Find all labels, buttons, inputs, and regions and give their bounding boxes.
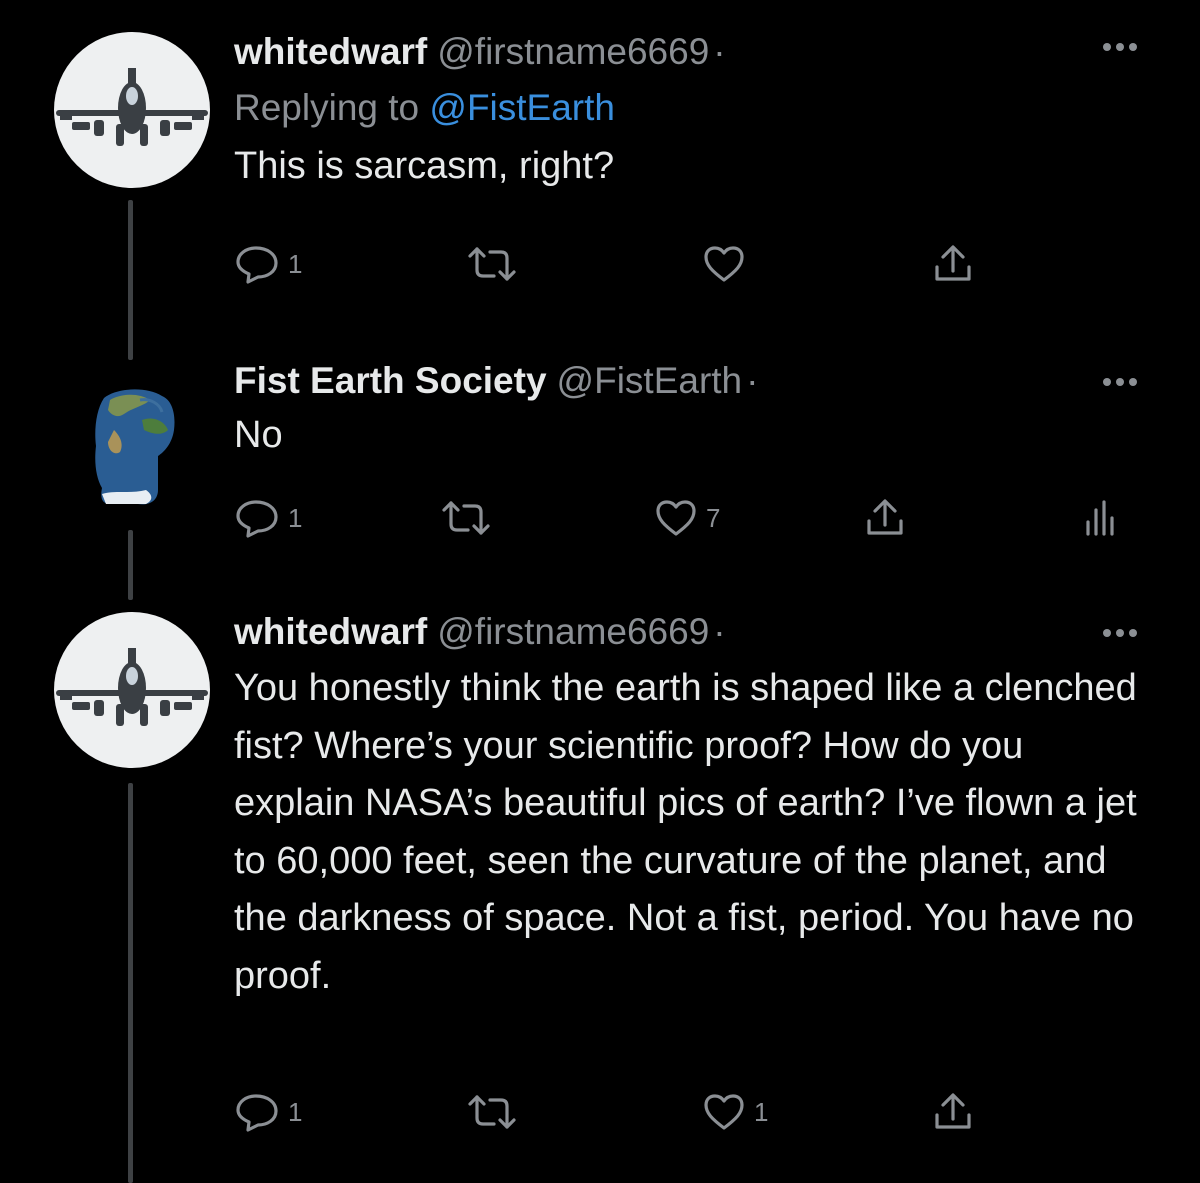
reply-button[interactable]: 1 bbox=[234, 496, 302, 540]
share-button[interactable] bbox=[932, 242, 974, 286]
retweet-button[interactable] bbox=[466, 1090, 518, 1134]
more-icon[interactable] bbox=[1102, 626, 1138, 644]
tweet-header: whitedwarf @firstname6669 · bbox=[234, 608, 1138, 656]
reply-button[interactable]: 1 bbox=[234, 242, 302, 286]
thread-line bbox=[128, 530, 133, 600]
share-button[interactable] bbox=[864, 496, 906, 540]
avatar-fist-earth[interactable] bbox=[54, 370, 210, 526]
reply-count: 1 bbox=[288, 502, 303, 533]
heart-icon bbox=[702, 1092, 746, 1132]
tweet-text: This is sarcasm, right? bbox=[234, 145, 615, 187]
reply-icon bbox=[234, 1092, 280, 1132]
action-bar: 1 7 bbox=[234, 496, 1138, 540]
share-icon bbox=[932, 1091, 974, 1133]
user-handle[interactable]: @firstname6669 bbox=[437, 611, 709, 652]
thread-line bbox=[128, 783, 133, 1183]
tweet-text: You honestly think the earth is shaped l… bbox=[234, 667, 1137, 997]
mention-link[interactable]: @FistEarth bbox=[429, 87, 615, 128]
user-handle[interactable]: @firstname6669 bbox=[437, 31, 709, 72]
tweet-1: whitedwarf @firstname6669 · Replying to @F… bbox=[0, 0, 1200, 350]
display-name[interactable]: whitedwarf bbox=[234, 611, 427, 652]
retweet-icon bbox=[440, 499, 492, 537]
separator-dot: · bbox=[713, 611, 726, 652]
reply-icon bbox=[234, 244, 280, 284]
like-count: 1 bbox=[754, 1096, 769, 1127]
share-icon bbox=[864, 497, 906, 539]
share-icon bbox=[932, 243, 974, 285]
analytics-icon bbox=[1082, 498, 1118, 538]
reply-button[interactable]: 1 bbox=[234, 1090, 302, 1134]
heart-icon bbox=[702, 244, 746, 284]
like-button[interactable] bbox=[702, 242, 754, 286]
user-handle[interactable]: @FistEarth bbox=[557, 360, 743, 401]
reply-count: 1 bbox=[288, 248, 303, 279]
avatar-jet[interactable] bbox=[54, 32, 210, 188]
replying-to: Replying to @FistEarth bbox=[234, 84, 1138, 132]
reply-count: 1 bbox=[288, 1096, 303, 1127]
heart-icon bbox=[654, 498, 698, 538]
separator-dot: · bbox=[746, 360, 759, 401]
retweet-button[interactable] bbox=[466, 242, 518, 286]
display-name[interactable]: whitedwarf bbox=[234, 31, 427, 72]
like-button[interactable]: 1 bbox=[702, 1090, 768, 1134]
more-icon[interactable] bbox=[1102, 40, 1138, 58]
retweet-icon bbox=[466, 245, 518, 283]
tweet-header: Fist Earth Society @FistEarth · bbox=[234, 357, 1138, 405]
thread-line bbox=[128, 200, 133, 350]
avatar-jet[interactable] bbox=[54, 612, 210, 768]
more-icon[interactable] bbox=[1102, 375, 1138, 393]
thread-line bbox=[128, 340, 133, 360]
reply-icon bbox=[234, 498, 280, 538]
share-button[interactable] bbox=[932, 1090, 974, 1134]
action-bar: 1 bbox=[234, 242, 1138, 286]
retweet-icon bbox=[466, 1093, 518, 1131]
retweet-button[interactable] bbox=[440, 496, 492, 540]
tweet-header: whitedwarf @firstname6669 · bbox=[234, 28, 1138, 76]
analytics-button[interactable] bbox=[1082, 496, 1118, 540]
tweet-text: No bbox=[234, 414, 283, 456]
action-bar: 1 1 bbox=[234, 1090, 1138, 1134]
like-count: 7 bbox=[706, 502, 721, 533]
replying-label: Replying to bbox=[234, 87, 420, 128]
tweet-3: whitedwarf @firstname6669 · You honestly t… bbox=[0, 600, 1200, 1183]
like-button[interactable]: 7 bbox=[654, 496, 720, 540]
display-name[interactable]: Fist Earth Society bbox=[234, 360, 547, 401]
separator-dot: · bbox=[713, 31, 726, 72]
tweet-2: Fist Earth Society @FistEarth · No 1 7 bbox=[0, 340, 1200, 600]
